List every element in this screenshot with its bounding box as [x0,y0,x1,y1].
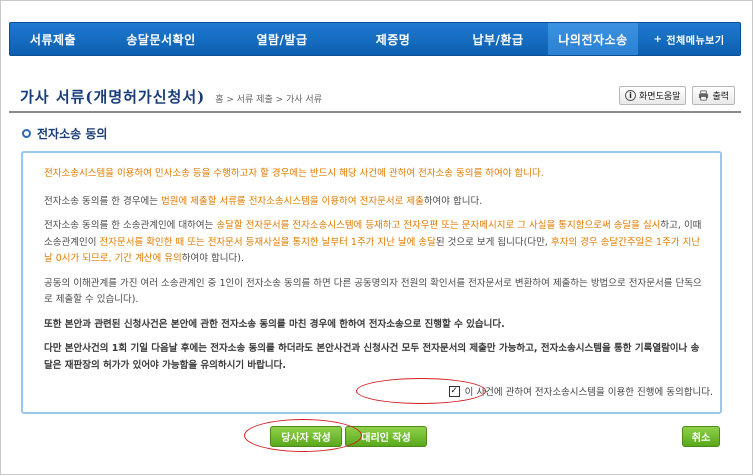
print-button-label: 출력 [712,92,729,102]
section-title: 전자소송 동의 [37,127,108,141]
agree-row[interactable]: ✓ 이 사건에 관하여 전자소송시스템을 이용한 진행에 동의합니다. [448,384,713,398]
breadcrumb: 홈 > 서류 제출 > 가사 서류 [215,95,322,105]
p3-text-e: 된 것으로 보게 됩니다(다만, [435,236,551,248]
p2-highlight: 법원에 제출할 서류를 전자소송시스템을 이용하여 전자문서로 제출 [160,195,424,207]
p3-text-g: 하여야 합니다). [181,253,244,264]
agree-checkbox[interactable]: ✓ [448,385,460,397]
nav-delivery-check[interactable]: 송달문서확인 [96,23,226,55]
nav-payment-refund[interactable]: 납부/환급 [448,23,548,55]
notice-paragraph-6: 다만 본안사건의 1회 기일 다음날 후에는 전자소송 동의를 하더라도 본안사… [44,343,700,371]
notice-paragraph-2: 전자소송 동의를 한 경우에는 법원에 제출할 서류를 전자소송시스템을 이용하… [44,194,704,211]
p3-highlight-b: 송달할 전자문서를 전자소송시스템에 등재하고 전자우편 또는 문자메시지로 그… [216,220,661,231]
nav-my-e-litigation[interactable]: 나의전자소송 [548,23,638,55]
party-write-button[interactable]: 당사자 작성 [270,426,342,447]
title-row: 가사 서류(개명허가신청서) 홈 > 서류 제출 > 가사 서류 [20,86,322,107]
info-icon: i [625,90,637,101]
nav-document-submit[interactable]: 서류제출 [10,23,96,55]
nav-certificate[interactable]: 제증명 [338,23,448,55]
header-buttons: i 화면도움말 출력 [619,86,735,105]
help-button-label: 화면도움말 [639,92,681,102]
p2-text: 전자소송 동의를 한 경우에는 [44,195,161,207]
section-header: 전자소송 동의 [22,125,107,142]
printer-icon [699,90,709,101]
p2-text-end: 하여야 합니다. [423,195,483,207]
agree-label: 이 사건에 관하여 전자소송시스템을 이용한 진행에 동의합니다. [464,387,713,398]
page-title: 가사 서류(개명허가신청서) [20,88,206,106]
help-button[interactable]: i 화면도움말 [619,86,687,105]
notice-paragraph-4: 공동의 이해관계를 가진 여러 소송관계인 중 1인이 전자소송 동의를 하면 … [44,277,702,306]
notice-paragraph-5: 또한 본안과 관련된 신청사건은 본안에 관한 전자소송 동의를 마친 경우에 … [44,318,505,330]
nav-all-menu[interactable]: + 전체메뉴보기 [638,23,740,55]
nav-view-issue[interactable]: 열람/발급 [226,23,338,55]
main-nav: 서류제출 송달문서확인 열람/발급 제증명 납부/환급 나의전자소송 + 전체메… [9,22,741,56]
consent-text: 전자소송시스템을 이용하여 민사소송 등을 수행하고자 할 경우에는 반드시 해… [44,166,704,382]
cancel-button[interactable]: 취소 [682,426,720,447]
p3-highlight-d: 전자문서를 확인한 때 또는 전자문서 등재사실을 통지한 날부터 1주가 지난… [99,236,436,248]
p3-text-a: 전자소송 동의를 한 소송관계인에 대하여는 [44,220,217,231]
notice-paragraph-3: 전자소송 동의를 한 소송관계인에 대하여는 송달할 전자문서를 전자소송시스템… [44,218,704,268]
print-button[interactable]: 출력 [692,86,735,105]
notice-paragraph-1: 전자소송시스템을 이용하여 민사소송 등을 수행하고자 할 경우에는 반드시 해… [44,168,544,179]
title-divider [9,111,741,113]
check-icon: ✓ [450,385,458,396]
nav-all-menu-label: 전체메뉴보기 [666,35,725,47]
proxy-write-button[interactable]: 대리인 작성 [345,426,427,447]
bullet-icon [22,129,31,138]
plus-icon: + [653,33,663,45]
